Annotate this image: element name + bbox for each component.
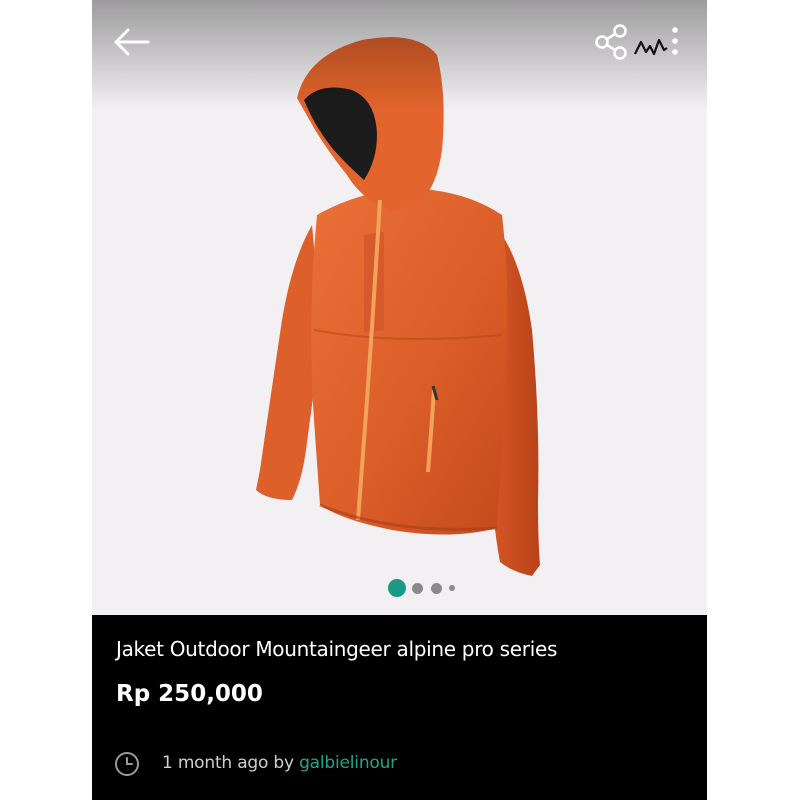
pager-dot[interactable] xyxy=(449,585,455,591)
posted-info: 1 month ago by galbielinour xyxy=(162,753,397,773)
listing-price: Rp 250,000 xyxy=(116,681,263,707)
listing-screen: Jaket Outdoor Mountaingeer alpine pro se… xyxy=(92,0,707,800)
share-icon[interactable] xyxy=(592,22,632,62)
pager-dot[interactable] xyxy=(412,583,423,594)
back-arrow-icon[interactable] xyxy=(112,24,152,60)
more-vertical-icon[interactable] xyxy=(666,22,684,62)
pager-dot-active[interactable] xyxy=(388,579,406,597)
listing-title: Jaket Outdoor Mountaingeer alpine pro se… xyxy=(116,637,558,661)
seller-link[interactable]: galbielinour xyxy=(299,753,397,773)
image-pager xyxy=(388,578,468,598)
mountaingeer-logo-icon xyxy=(634,38,668,56)
product-image-gallery[interactable] xyxy=(92,0,707,615)
pager-dot[interactable] xyxy=(431,583,442,594)
posted-time: 1 month ago by xyxy=(162,753,300,773)
clock-icon xyxy=(115,752,139,776)
listing-meta: 1 month ago by galbielinour xyxy=(114,749,674,779)
listing-details: Jaket Outdoor Mountaingeer alpine pro se… xyxy=(92,615,707,800)
